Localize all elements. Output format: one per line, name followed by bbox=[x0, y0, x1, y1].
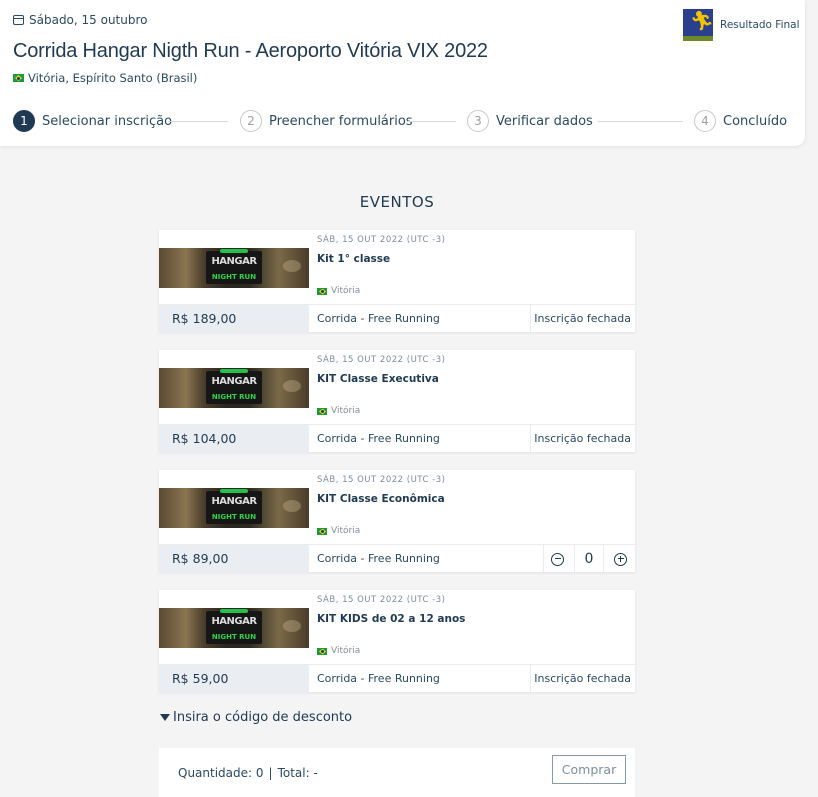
step-number: 3 bbox=[467, 110, 489, 132]
ticket-card: HANGAR NIGHT RUN SÁB, 15 OUT 2022 (UTC -… bbox=[159, 590, 635, 693]
ticket-card: HANGAR NIGHT RUN SÁB, 15 OUT 2022 (UTC -… bbox=[159, 230, 635, 333]
step-number: 2 bbox=[240, 110, 262, 132]
step-select-registration: 1 Selecionar inscrição bbox=[13, 110, 172, 132]
ticket-location: Vitória bbox=[317, 286, 360, 296]
ticket-name: KIT Classe Executiva bbox=[317, 373, 439, 385]
ticket-name: Kit 1° classe bbox=[317, 253, 391, 265]
quantity-stepper: 0 bbox=[543, 545, 635, 573]
checkout-steps: 1 Selecionar inscrição 2 Preencher formu… bbox=[13, 110, 787, 134]
ticket-category: Corrida - Free Running bbox=[317, 552, 440, 565]
ticket-date: SÁB, 15 OUT 2022 (UTC -3) bbox=[317, 595, 446, 605]
order-summary: Quantidade: 0 | Total: - Comprar bbox=[159, 748, 635, 797]
event-banner-image: HANGAR NIGHT RUN bbox=[159, 488, 309, 528]
ticket-price: R$ 189,00 bbox=[159, 305, 309, 333]
step-number: 4 bbox=[694, 110, 716, 132]
discount-code-label: Insira o código de desconto bbox=[173, 710, 353, 725]
ticket-date: SÁB, 15 OUT 2022 (UTC -3) bbox=[317, 355, 446, 365]
step-verify-data: 3 Verificar dados bbox=[467, 110, 593, 132]
summary-total: Total: - bbox=[277, 766, 318, 780]
ticket-category: Corrida - Free Running bbox=[317, 312, 440, 325]
step-fill-forms: 2 Preencher formulários bbox=[240, 110, 413, 132]
event-header: Sábado, 15 outubro Corrida Hangar Nigth … bbox=[0, 0, 805, 146]
summary-quantity: Quantidade: 0 bbox=[178, 766, 264, 780]
caret-down-icon bbox=[160, 714, 170, 721]
result-final-link[interactable]: 🏃︎ Resultado Final bbox=[683, 9, 800, 41]
ticket-name: KIT KIDS de 02 a 12 anos bbox=[317, 613, 466, 625]
ticket-card: HANGAR NIGHT RUN SÁB, 15 OUT 2022 (UTC -… bbox=[159, 470, 635, 573]
step-number: 1 bbox=[13, 110, 35, 132]
step-done: 4 Concluído bbox=[694, 110, 787, 132]
plus-circle-icon[interactable] bbox=[614, 552, 627, 566]
ticket-status: Inscrição fechada bbox=[530, 665, 635, 693]
result-logo-icon: 🏃︎ bbox=[683, 9, 713, 41]
ticket-card: HANGAR NIGHT RUN SÁB, 15 OUT 2022 (UTC -… bbox=[159, 350, 635, 453]
step-label: Selecionar inscrição bbox=[42, 113, 173, 129]
brazil-flag-icon bbox=[317, 647, 327, 655]
ticket-status: Inscrição fechada bbox=[530, 305, 635, 333]
brazil-flag-icon bbox=[317, 407, 327, 415]
ticket-category: Corrida - Free Running bbox=[317, 432, 440, 445]
discount-code-toggle[interactable]: Insira o código de desconto bbox=[160, 710, 352, 725]
page-title: Corrida Hangar Nigth Run - Aeroporto Vit… bbox=[13, 40, 488, 62]
ticket-price: R$ 59,00 bbox=[159, 665, 309, 693]
buy-button[interactable]: Comprar bbox=[552, 755, 626, 784]
event-date-text: Sábado, 15 outubro bbox=[29, 13, 148, 27]
ticket-price: R$ 104,00 bbox=[159, 425, 309, 453]
result-final-label: Resultado Final bbox=[720, 19, 800, 31]
ticket-location: Vitória bbox=[317, 406, 360, 416]
step-label: Verificar dados bbox=[496, 113, 593, 129]
event-location: Vitória, Espírito Santo (Brasil) bbox=[13, 71, 197, 85]
ticket-name: KIT Classe Econômica bbox=[317, 493, 445, 505]
ticket-location: Vitória bbox=[317, 646, 360, 656]
quantity-value: 0 bbox=[574, 545, 604, 573]
step-label: Concluído bbox=[723, 113, 788, 129]
brazil-flag-icon bbox=[13, 74, 24, 82]
brazil-flag-icon bbox=[317, 287, 327, 295]
summary-separator: | bbox=[268, 766, 273, 780]
summary-text: Quantidade: 0 | Total: - bbox=[178, 766, 318, 780]
ticket-price: R$ 89,00 bbox=[159, 545, 309, 573]
section-title: EVENTOS bbox=[359, 193, 435, 211]
brazil-flag-icon bbox=[317, 527, 327, 535]
ticket-location: Vitória bbox=[317, 526, 360, 536]
minus-circle-icon[interactable] bbox=[551, 552, 564, 566]
ticket-status: Inscrição fechada bbox=[530, 425, 635, 453]
event-location-text: Vitória, Espírito Santo (Brasil) bbox=[28, 71, 198, 85]
event-banner-image: HANGAR NIGHT RUN bbox=[159, 248, 309, 288]
ticket-date: SÁB, 15 OUT 2022 (UTC -3) bbox=[317, 235, 446, 245]
runner-icon: 🏃︎ bbox=[690, 10, 713, 32]
ticket-date: SÁB, 15 OUT 2022 (UTC -3) bbox=[317, 475, 446, 485]
ticket-category: Corrida - Free Running bbox=[317, 672, 440, 685]
event-banner-image: HANGAR NIGHT RUN bbox=[159, 608, 309, 648]
event-banner-image: HANGAR NIGHT RUN bbox=[159, 368, 309, 408]
event-date: Sábado, 15 outubro bbox=[13, 13, 148, 27]
calendar-icon bbox=[13, 15, 24, 25]
step-label: Preencher formulários bbox=[269, 113, 413, 129]
